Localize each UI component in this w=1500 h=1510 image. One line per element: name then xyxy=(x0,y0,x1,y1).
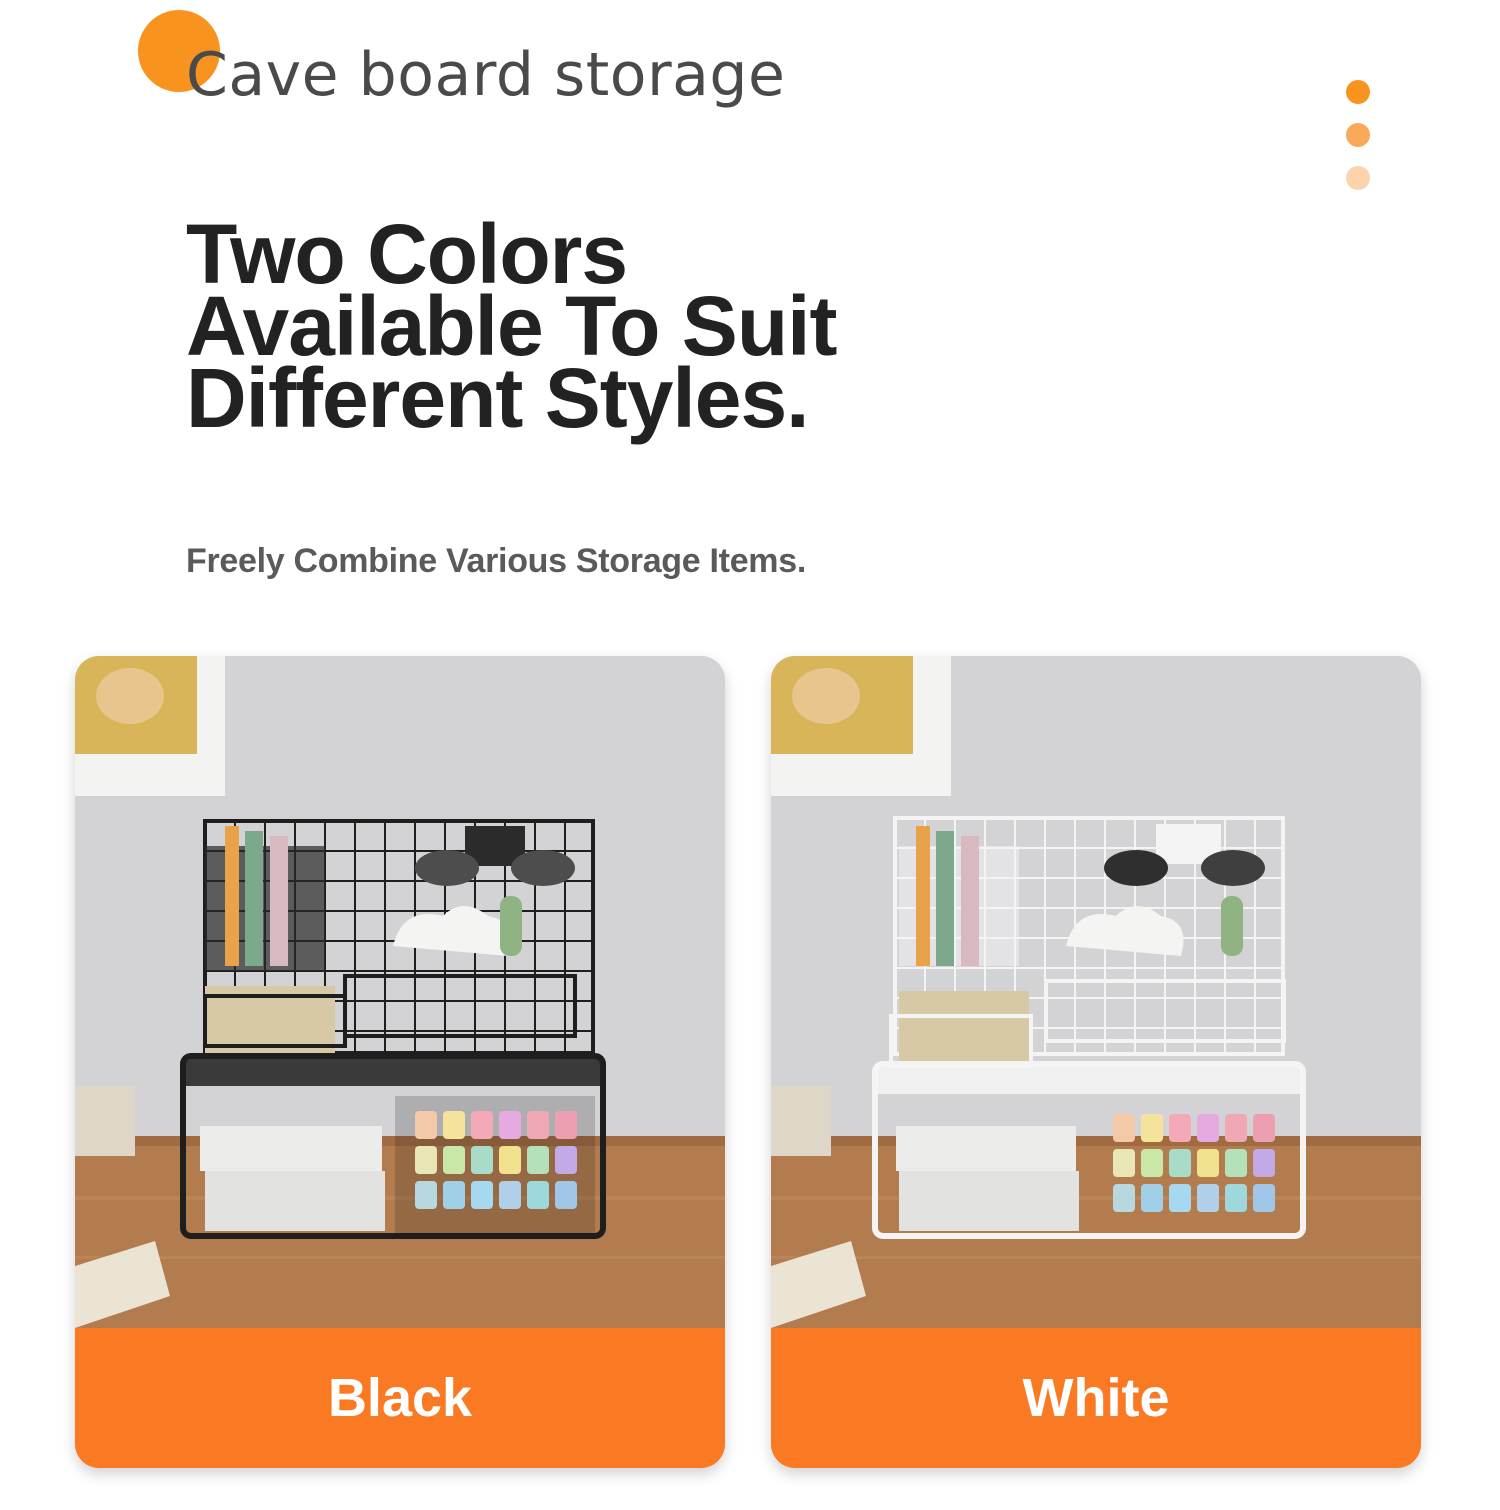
product-photo-black xyxy=(75,656,725,1328)
color-label-white: White xyxy=(1022,1368,1170,1428)
subheadline: Freely Combine Various Storage Items. xyxy=(186,542,806,580)
label-bar-black[interactable]: Black xyxy=(75,1328,725,1468)
brand-title: Cave board storage xyxy=(186,40,786,110)
pager-dot-1[interactable] xyxy=(1346,80,1370,104)
headline: Two Colors Available To Suit Different S… xyxy=(186,212,1006,445)
product-photo-white xyxy=(771,656,1421,1328)
product-card-black[interactable]: Black xyxy=(75,656,725,1468)
pager-dot-3[interactable] xyxy=(1346,166,1370,190)
color-label-black: Black xyxy=(327,1368,473,1428)
label-bar-white[interactable]: White xyxy=(771,1328,1421,1468)
pager-dots xyxy=(1346,80,1372,209)
headline-line-3: Different Styles. xyxy=(186,351,810,445)
product-card-white[interactable]: White xyxy=(771,656,1421,1468)
pager-dot-2[interactable] xyxy=(1346,123,1370,147)
